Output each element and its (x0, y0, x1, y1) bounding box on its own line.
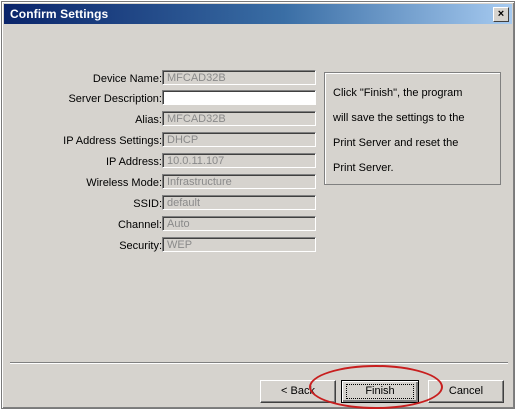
window-title: Confirm Settings (10, 7, 109, 21)
alias-field[interactable]: MFCAD32B (162, 111, 316, 126)
ssid-label: SSID: (133, 198, 162, 210)
cancel-button[interactable]: Cancel (428, 380, 504, 403)
ip-address-settings-label: IP Address Settings: (63, 135, 162, 147)
info-box: Click "Finish", the program will save th… (324, 72, 501, 185)
ip-address-label: IP Address: (105, 156, 162, 168)
server-description-row: Server Description: (2, 91, 162, 108)
security-label: Security: (119, 240, 162, 252)
info-line-4: Print Server. (333, 162, 394, 174)
ssid-row: SSID: (2, 196, 162, 213)
device-name-field[interactable]: MFCAD32B (162, 70, 316, 85)
ssid-field[interactable]: default (162, 195, 316, 210)
info-line-2: will save the settings to the (333, 112, 465, 124)
ip-address-row: IP Address: (2, 154, 162, 171)
security-row: Security: (2, 238, 162, 255)
security-field[interactable]: WEP (162, 237, 316, 252)
channel-label: Channel: (117, 219, 162, 231)
ip-address-field[interactable]: 10.0.11.107 (162, 153, 316, 168)
ip-address-settings-row: IP Address Settings: (2, 133, 162, 150)
close-button[interactable]: × (493, 7, 509, 22)
confirm-settings-dialog: Confirm Settings × Device Name: MFCAD32B… (1, 1, 515, 409)
focus-rect (346, 384, 414, 399)
wireless-mode-field[interactable]: Infrastructure (162, 174, 316, 189)
back-button[interactable]: < Back (260, 380, 336, 403)
finish-button[interactable]: Finish (341, 380, 419, 403)
server-description-label: Server Description: (68, 93, 162, 105)
ip-address-settings-field[interactable]: DHCP (162, 132, 316, 147)
server-description-field[interactable] (162, 90, 316, 105)
wireless-mode-label: Wireless Mode: (86, 177, 162, 189)
button-separator (10, 362, 508, 364)
channel-row: Channel: (2, 217, 162, 234)
info-line-3: Print Server and reset the (333, 137, 459, 149)
device-name-row: Device Name: (2, 71, 162, 88)
info-line-1: Click "Finish", the program (333, 87, 463, 99)
title-bar: Confirm Settings × (4, 4, 512, 24)
device-name-label: Device Name: (92, 73, 162, 85)
channel-field[interactable]: Auto (162, 216, 316, 231)
alias-label: Alias: (135, 114, 162, 126)
wireless-mode-row: Wireless Mode: (2, 175, 162, 192)
alias-row: Alias: (2, 112, 162, 129)
